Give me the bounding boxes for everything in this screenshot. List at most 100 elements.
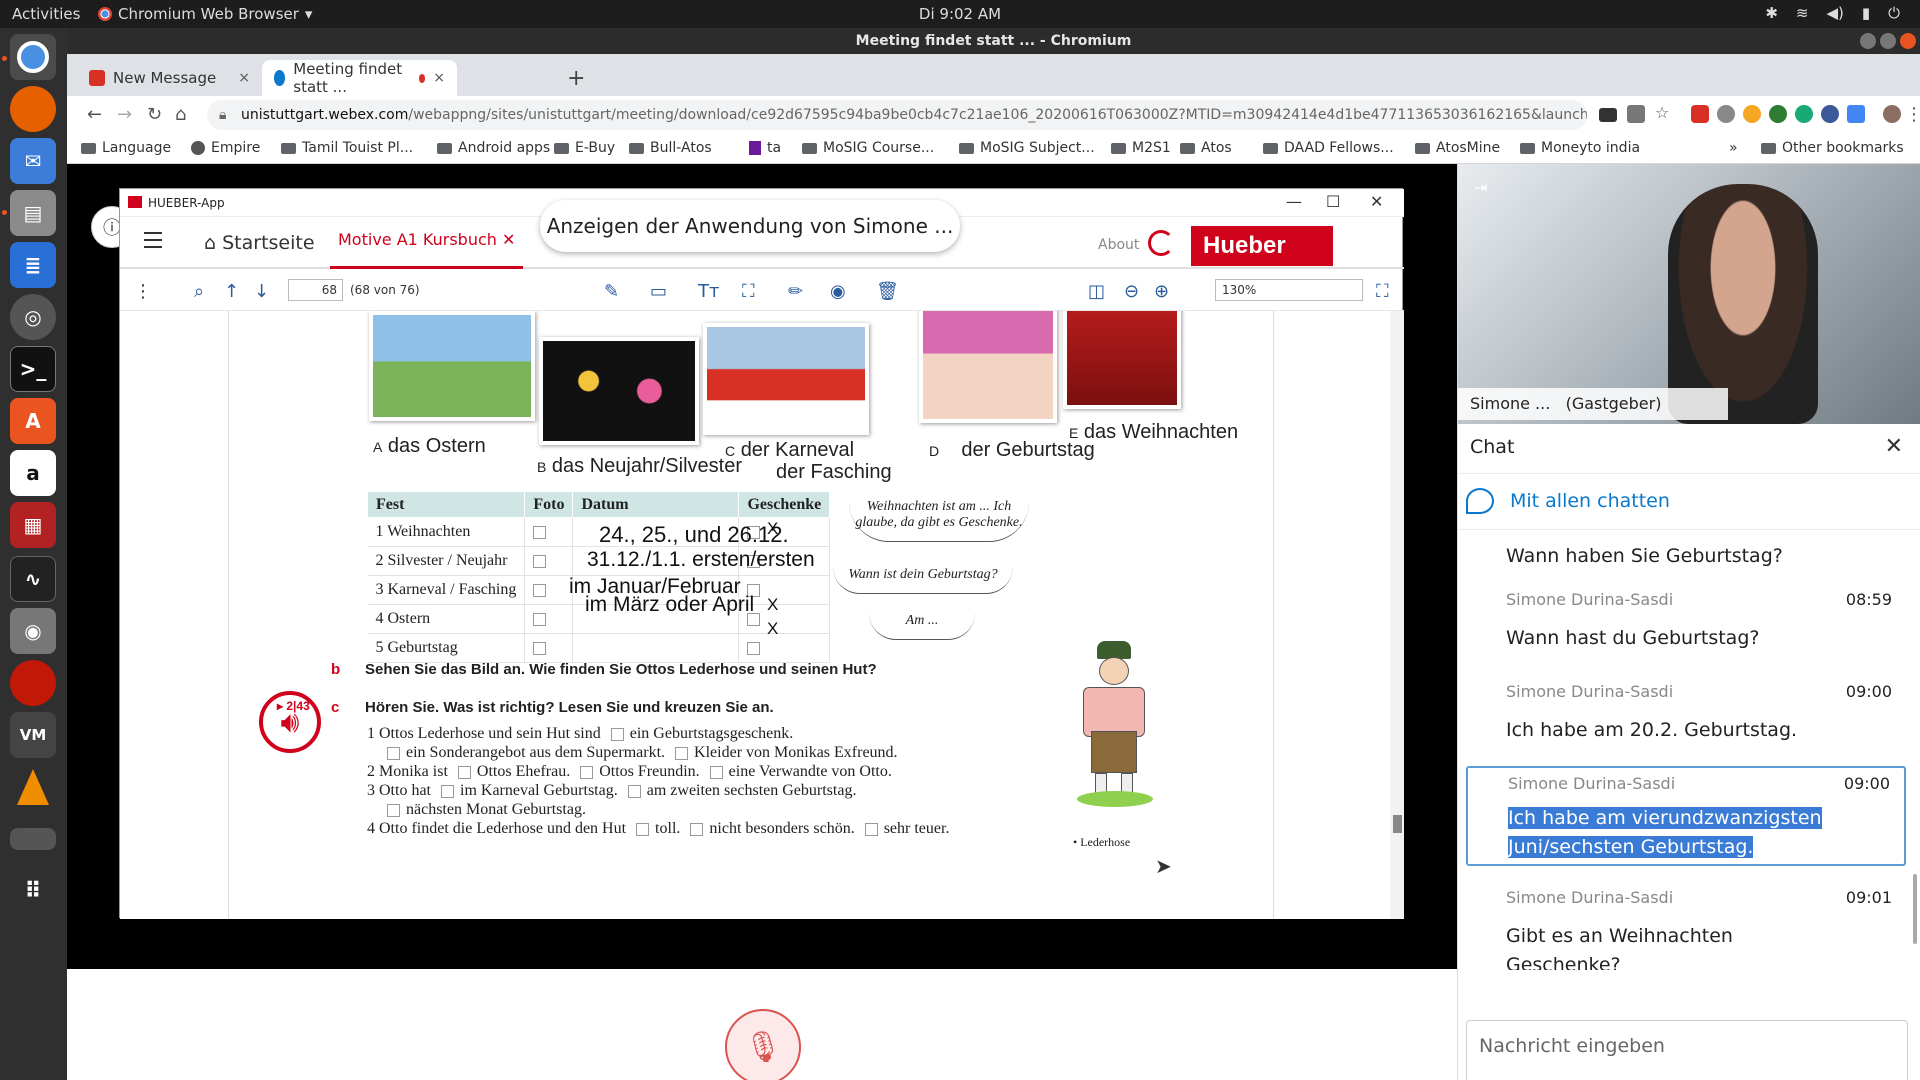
writer-icon[interactable]: ≣: [10, 242, 56, 288]
page-down-icon[interactable]: ↓: [254, 281, 269, 302]
pen-icon[interactable]: ✏: [788, 281, 803, 302]
checkbox[interactable]: [441, 784, 454, 798]
chat-scrollbar[interactable]: [1913, 544, 1919, 964]
bookmark-android[interactable]: Android apps: [437, 140, 550, 156]
system-monitor-icon[interactable]: ∿: [10, 556, 56, 602]
zoom-in-icon[interactable]: ⊕: [1154, 281, 1169, 302]
about-link[interactable]: About: [1098, 237, 1139, 253]
speaker-app-icon[interactable]: ◎: [10, 294, 56, 340]
app-menu[interactable]: Chromium Web Browser ▾: [98, 5, 312, 23]
zoom-input[interactable]: 130%: [1215, 279, 1363, 301]
checkbox[interactable]: [533, 612, 547, 626]
firefox-icon[interactable]: [10, 86, 56, 132]
bookmark-daad[interactable]: DAAD Fellows...: [1263, 140, 1394, 156]
window-titlebar[interactable]: Meeting findet statt ... - Chromium: [67, 28, 1920, 54]
bookmark-ta[interactable]: ta: [749, 140, 781, 156]
close-icon[interactable]: ×: [433, 70, 445, 86]
vlc-icon[interactable]: [10, 764, 56, 810]
zoom-out-icon[interactable]: ⊖: [1124, 281, 1139, 302]
system-tray[interactable]: ✱ ≋ ◀) ▮ ⏻: [1765, 4, 1900, 22]
checkbox[interactable]: [533, 525, 547, 539]
checkbox[interactable]: [690, 822, 704, 836]
drive-icon[interactable]: [10, 828, 56, 850]
bookmark-atosmine[interactable]: AtosMine: [1415, 140, 1500, 156]
pdf-scrollbar[interactable]: [1390, 311, 1404, 919]
bookmark-moneyto[interactable]: Moneyto india: [1520, 140, 1640, 156]
comment-icon[interactable]: ▭: [650, 281, 667, 302]
cherry-icon[interactable]: [10, 660, 56, 706]
scrollbar-thumb[interactable]: [1913, 874, 1917, 944]
frame-tool-icon[interactable]: ⛶: [742, 281, 755, 302]
cast-icon[interactable]: [1599, 108, 1617, 122]
text-tool-icon[interactable]: Tт: [698, 281, 719, 302]
checkbox[interactable]: [709, 765, 723, 779]
host-video[interactable]: ⇥ Simone ... (Gastgeber): [1458, 164, 1920, 424]
home-icon[interactable]: ⌂: [175, 104, 186, 125]
unmute-microphone-button[interactable]: 🎙︎: [725, 1009, 801, 1080]
close-icon[interactable]: ×: [238, 70, 250, 86]
checkbox[interactable]: [636, 822, 650, 836]
audio-speaker-icon[interactable]: 🔊︎: [259, 691, 321, 753]
checkbox[interactable]: [533, 583, 547, 597]
bookmarks-overflow-button[interactable]: »: [1729, 140, 1738, 156]
checkbox[interactable]: [864, 822, 878, 836]
close-chat-button[interactable]: ✕: [1885, 434, 1903, 459]
terminal-icon[interactable]: >_: [10, 346, 56, 392]
chat-messages[interactable]: Wann haben Sie Geburtstag? Simone Durina…: [1458, 530, 1920, 970]
checkbox[interactable]: [387, 746, 400, 760]
thunderbird-icon[interactable]: ✉: [10, 138, 56, 184]
highlighter-icon[interactable]: ✎: [604, 281, 619, 302]
translate-icon[interactable]: [1627, 105, 1645, 123]
files-icon[interactable]: ▤: [10, 190, 56, 236]
bookmark-empire[interactable]: Empire: [191, 140, 260, 156]
bookmark-mosig-course[interactable]: MoSIG Course...: [802, 140, 934, 156]
new-tab-button[interactable]: +: [567, 66, 585, 91]
bookmark-language[interactable]: Language: [81, 140, 171, 156]
bookmark-m2s1[interactable]: M2S1: [1111, 140, 1171, 156]
star-icon[interactable]: ☆: [1655, 103, 1673, 122]
software-center-icon[interactable]: A: [10, 398, 56, 444]
minimize-button[interactable]: [1860, 33, 1876, 49]
extension-w-icon[interactable]: [1743, 105, 1761, 123]
extension-c-icon[interactable]: [1717, 105, 1735, 123]
page-search-icon[interactable]: ⌕: [194, 281, 204, 302]
tab-new-message[interactable]: New Message ×: [77, 60, 262, 96]
startseite-link[interactable]: ⌂ Startseite: [204, 232, 315, 254]
grammarly-icon[interactable]: [1795, 105, 1813, 123]
close-icon[interactable]: ✕: [502, 230, 515, 249]
close-window-button[interactable]: [1900, 33, 1916, 49]
hamburger-menu-icon[interactable]: [144, 232, 162, 253]
minimize-icon[interactable]: —: [1286, 192, 1302, 211]
chat-recipient[interactable]: Mit allen chatten: [1458, 474, 1920, 530]
checkbox[interactable]: [580, 765, 594, 779]
maximize-icon[interactable]: ☐: [1326, 192, 1340, 211]
bookmark-atos[interactable]: Atos: [1180, 140, 1232, 156]
more-options-icon[interactable]: ⋮: [134, 281, 152, 302]
checkbox[interactable]: [533, 641, 547, 655]
bookmark-mosig-subject[interactable]: MoSIG Subject...: [959, 140, 1095, 156]
presenter-icon[interactable]: ▦: [10, 502, 56, 548]
tab-meeting[interactable]: Meeting findet statt ... ×: [262, 60, 457, 96]
bookmark-tamil[interactable]: Tamil Touist Pl...: [281, 140, 413, 156]
course-tab[interactable]: Motive A1 Kursbuch ✕: [330, 225, 524, 269]
checkbox[interactable]: [610, 727, 624, 741]
close-icon[interactable]: ✕: [1370, 192, 1383, 211]
checkbox[interactable]: [747, 641, 761, 655]
page-up-icon[interactable]: ↑: [224, 281, 239, 302]
chat-message-input[interactable]: Nachricht eingeben: [1466, 1020, 1908, 1080]
amazon-icon[interactable]: a: [10, 450, 56, 496]
bookmark-ebuy[interactable]: E-Buy: [554, 140, 615, 156]
profile-avatar[interactable]: [1883, 105, 1901, 123]
two-page-view-icon[interactable]: ◫: [1088, 281, 1105, 302]
other-bookmarks[interactable]: Other bookmarks: [1761, 140, 1904, 156]
scrollbar-thumb[interactable]: [1393, 815, 1402, 833]
extension-g-icon[interactable]: [1769, 105, 1787, 123]
bookmark-bull-atos[interactable]: Bull-Atos: [629, 140, 712, 156]
checkbox[interactable]: [627, 784, 641, 798]
chromium-dock-icon[interactable]: [10, 34, 56, 80]
fullscreen-icon[interactable]: ⛶: [1376, 281, 1389, 302]
hide-annotations-icon[interactable]: ◉: [830, 281, 846, 302]
collapse-panel-icon[interactable]: ⇥: [1474, 178, 1496, 200]
clock[interactable]: Di 9:02 AM: [919, 5, 1001, 23]
menu-icon[interactable]: ⋮: [1905, 104, 1920, 125]
